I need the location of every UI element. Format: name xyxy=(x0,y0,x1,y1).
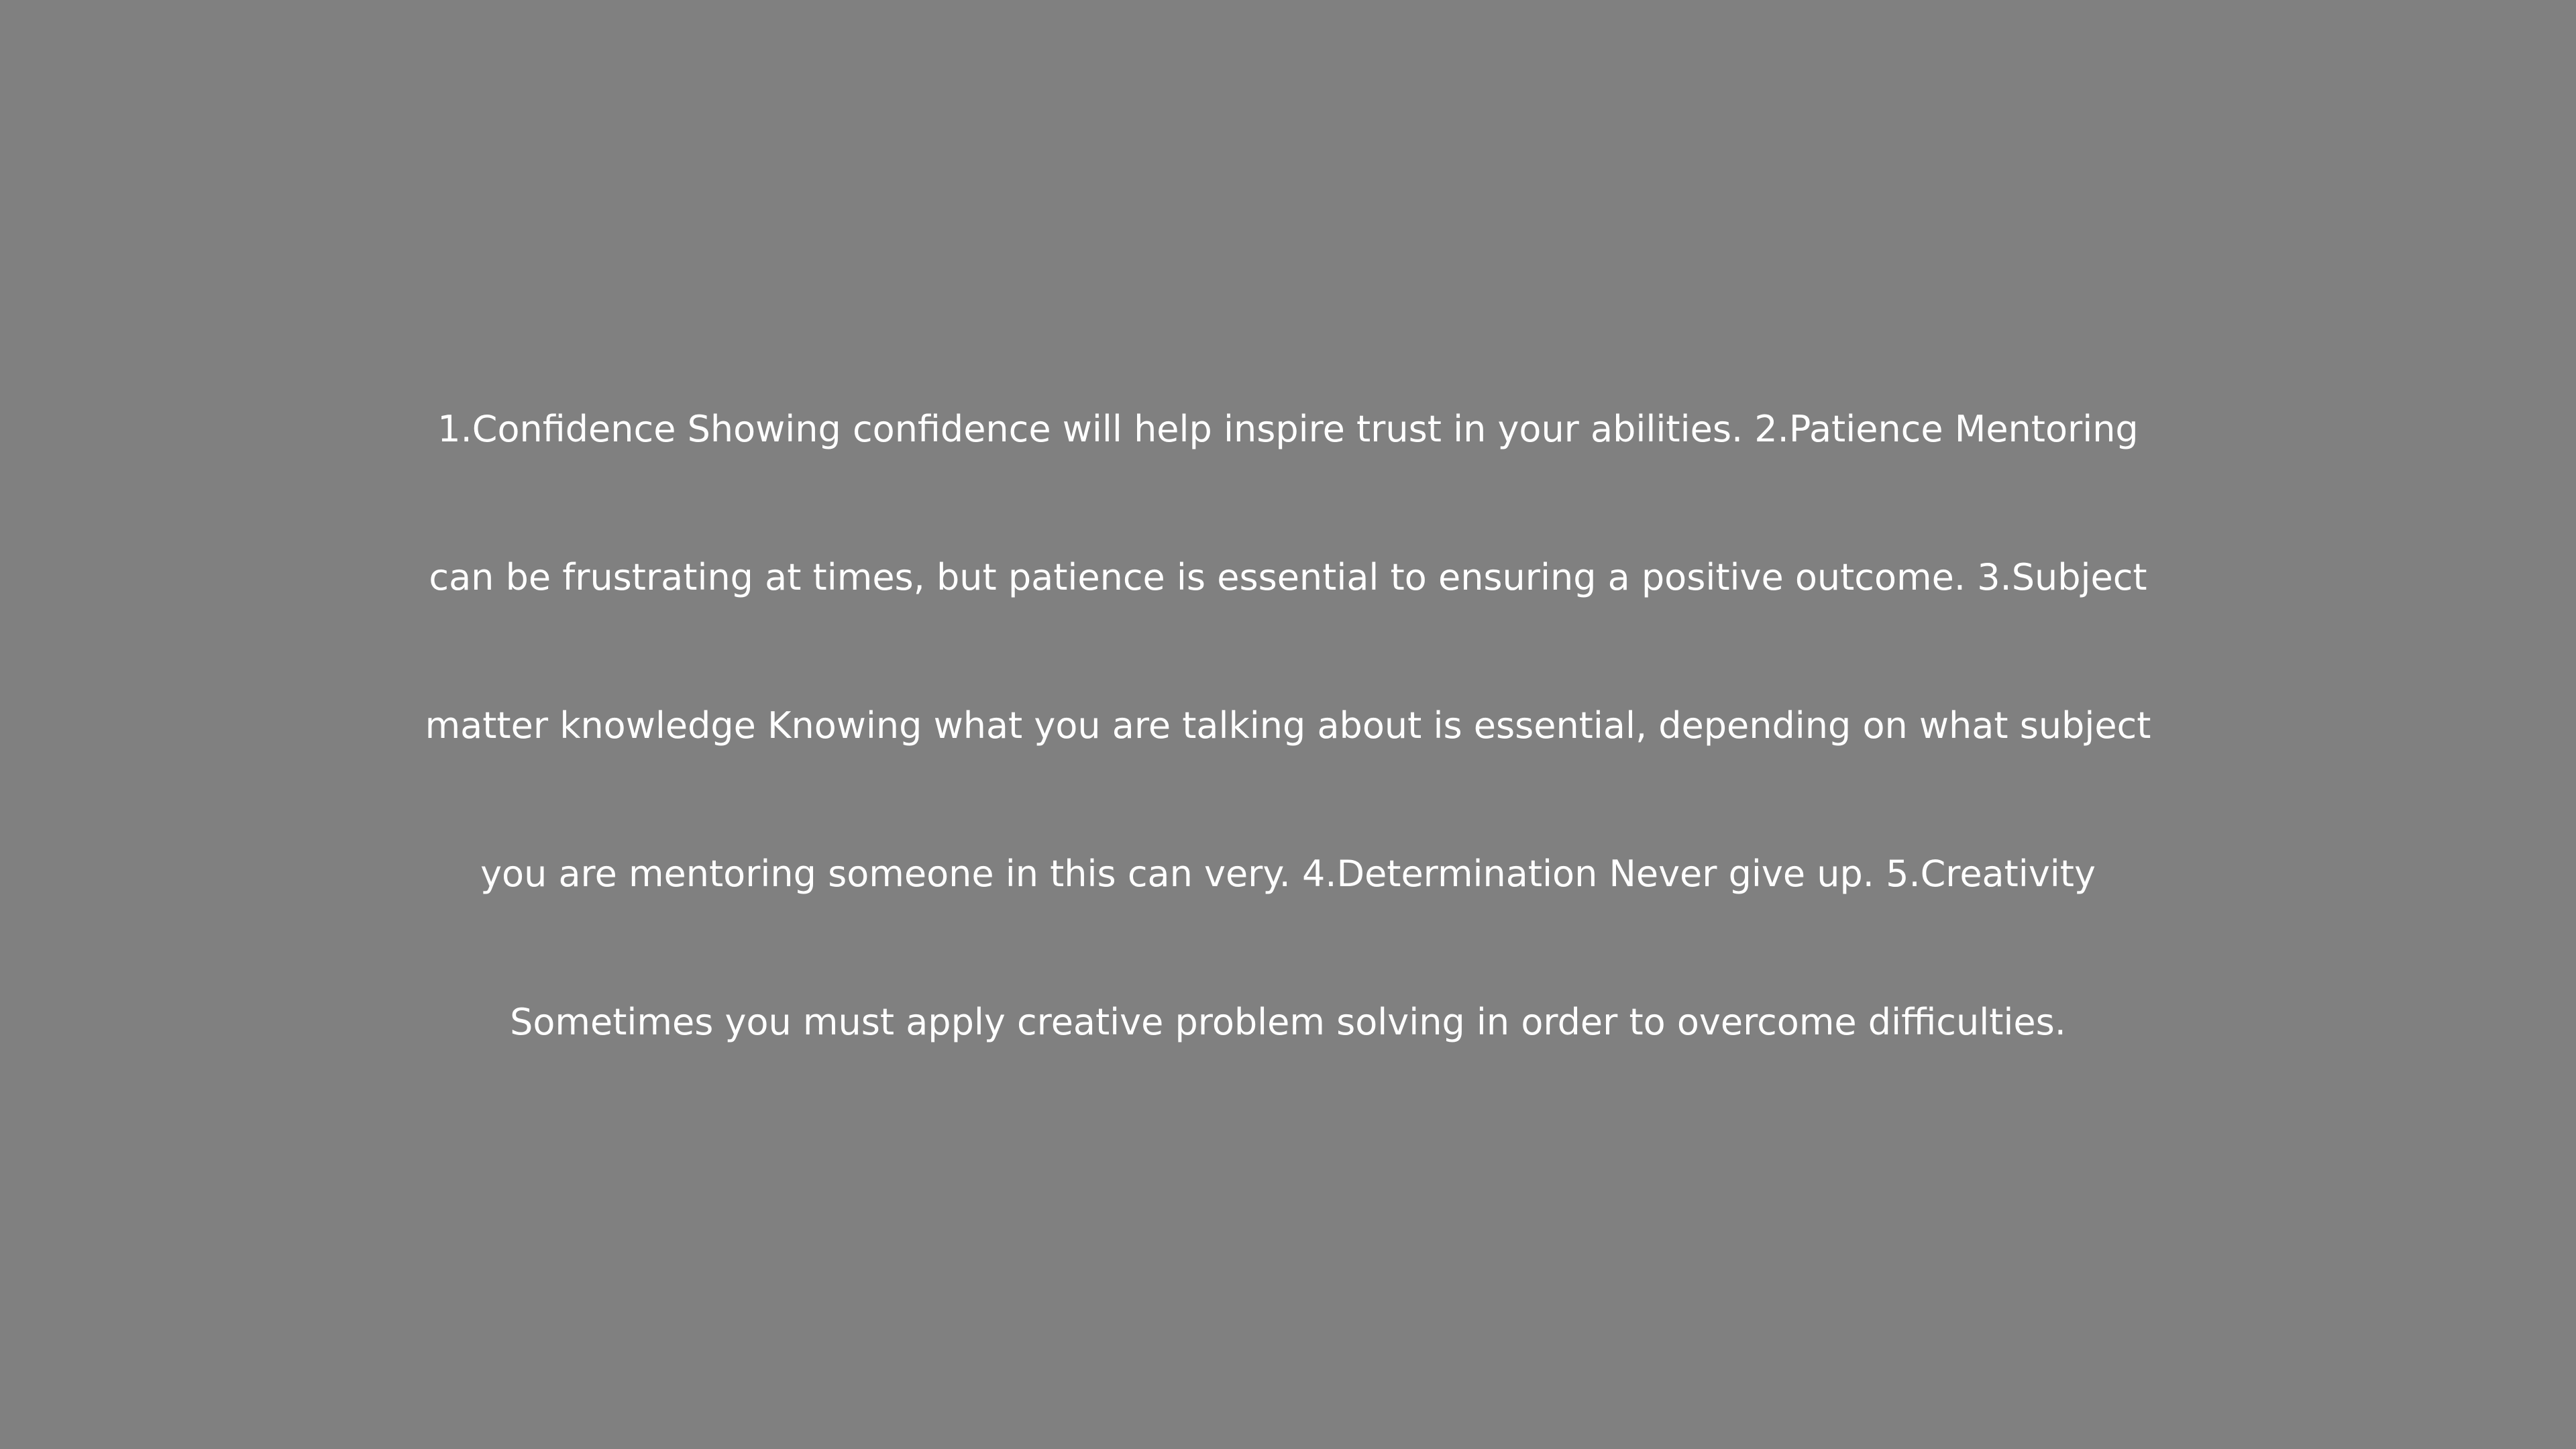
text-line-5: Sometimes you must apply creative proble… xyxy=(510,1001,2066,1043)
text-line-1: 1.Confidence Showing confidence will hel… xyxy=(437,408,2139,450)
text-line-4: you are mentoring someone in this can ve… xyxy=(480,853,2096,895)
slide-canvas: 1.Confidence Showing confidence will hel… xyxy=(0,0,2576,1449)
text-line-3: matter knowledge Knowing what you are ta… xyxy=(425,704,2151,747)
text-line-2: can be frustrating at times, but patienc… xyxy=(429,556,2147,598)
